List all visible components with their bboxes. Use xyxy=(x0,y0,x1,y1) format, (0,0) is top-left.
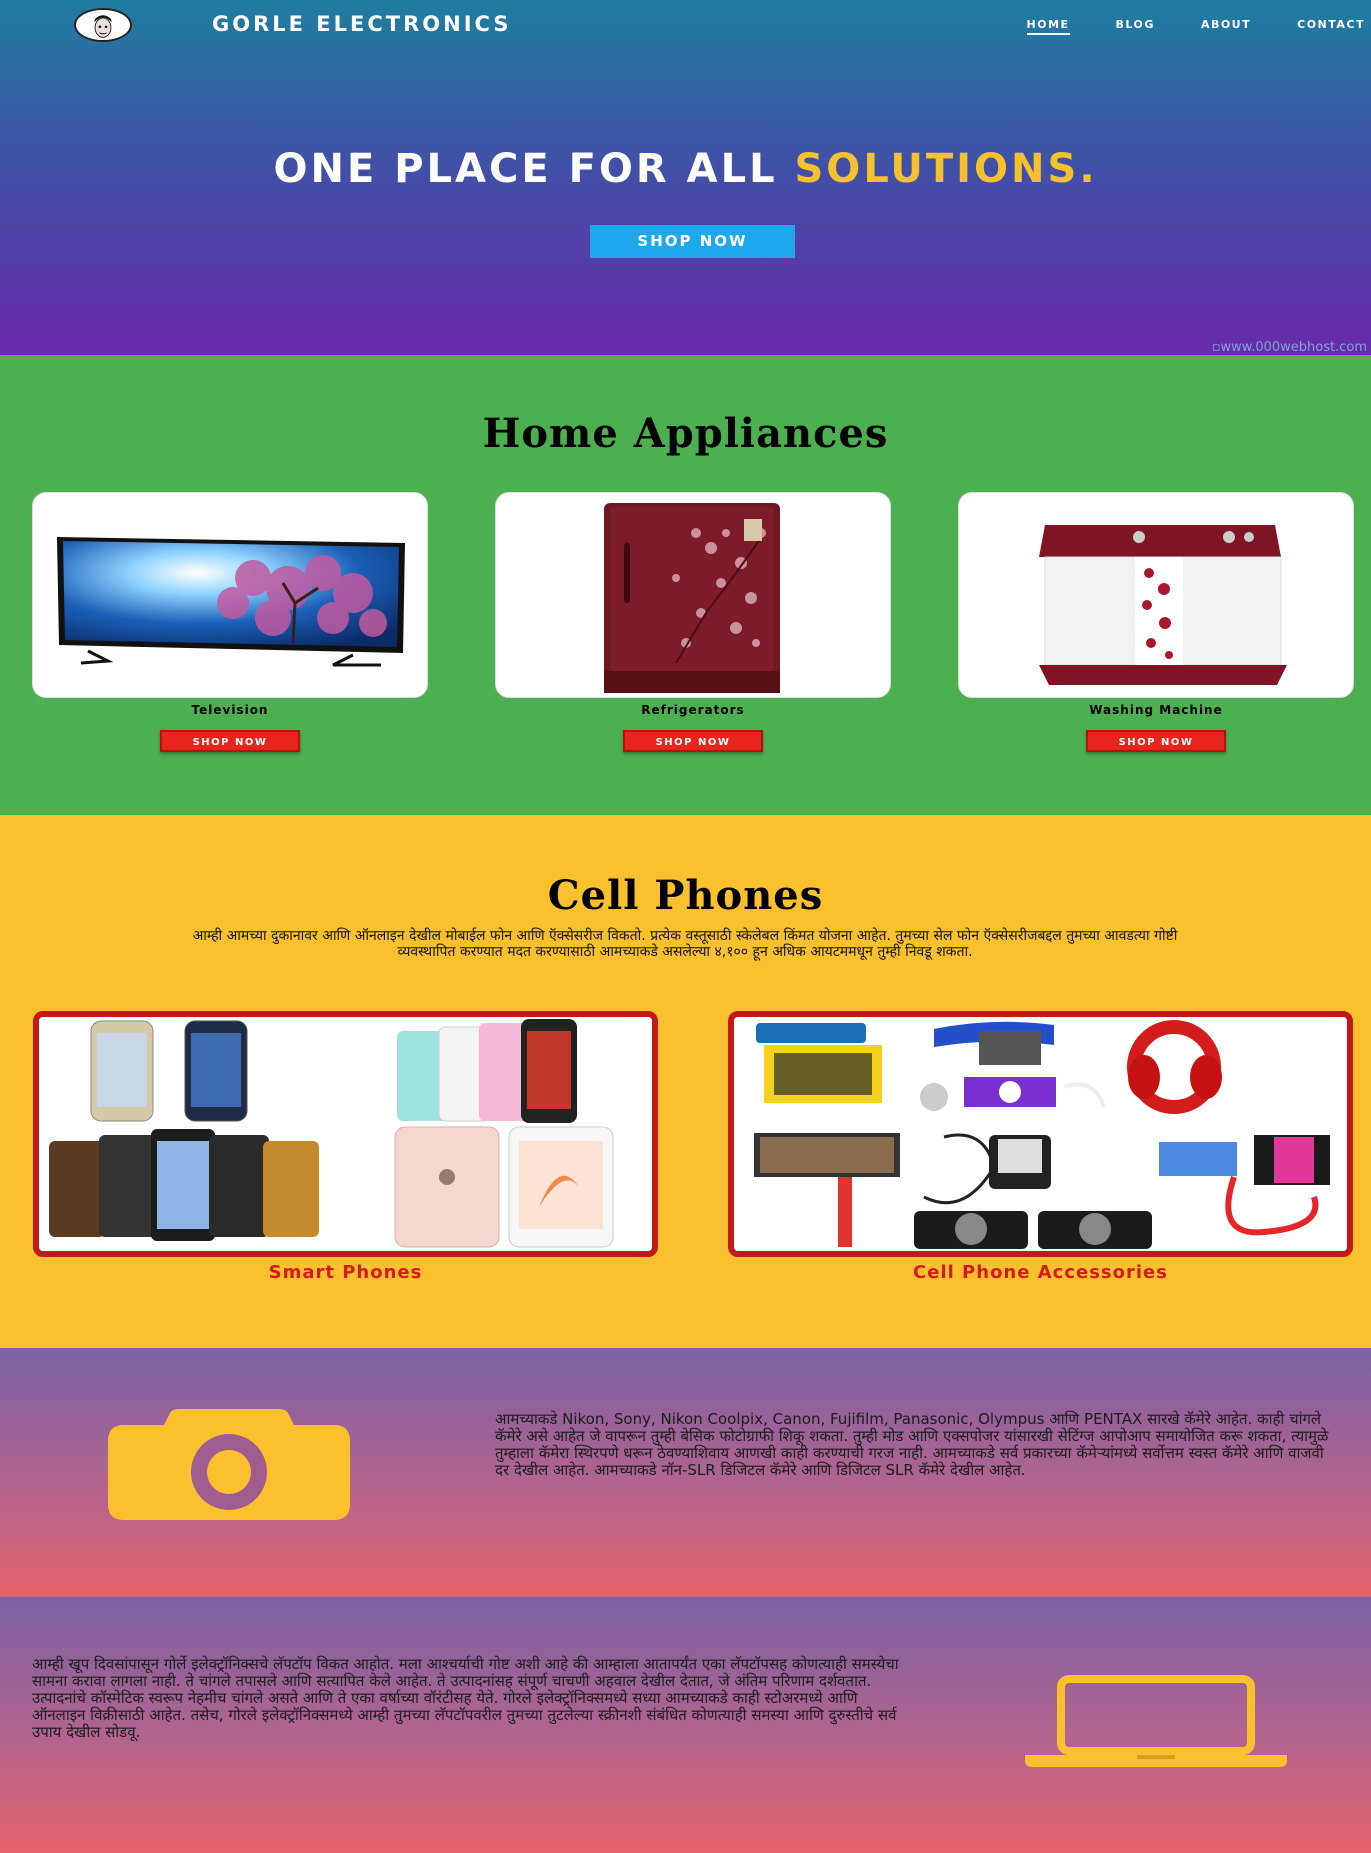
accessories-label: Cell Phone Accessories xyxy=(913,1262,1168,1283)
camera-icon xyxy=(108,1409,350,1520)
washing-machine-card[interactable] xyxy=(958,492,1354,698)
washing-machine-shop-button[interactable]: SHOP NOW xyxy=(1086,730,1226,752)
nav-about[interactable]: ABOUT xyxy=(1201,18,1251,35)
washing-machine-image xyxy=(1039,525,1287,685)
refrigerator-image xyxy=(604,503,780,693)
avatar-icon xyxy=(77,10,129,40)
laptop-description: आम्ही खूप दिवसांपासून गोर्ले इलेक्ट्रॉनि… xyxy=(32,1655,899,1741)
refrigerator-label: Refrigerators xyxy=(641,703,745,717)
host-link[interactable]: ▫www.000webhost.com xyxy=(1212,340,1367,355)
broken-image-icon: ▫ xyxy=(1211,340,1221,355)
appliances-section: Home Appliances Television SHOP NOW Refr… xyxy=(0,355,1371,815)
smart-phones-card[interactable] xyxy=(33,1011,658,1257)
refrigerator-card[interactable] xyxy=(495,492,891,698)
brand-name[interactable]: GORLE ELECTRONICS xyxy=(212,12,511,36)
laptop-icon xyxy=(1025,1675,1287,1767)
television-image xyxy=(57,537,405,667)
television-card[interactable] xyxy=(32,492,428,698)
hero-shop-now-button[interactable]: SHOP NOW xyxy=(590,225,795,258)
laptop-section: आम्ही खूप दिवसांपासून गोर्ले इलेक्ट्रॉनि… xyxy=(0,1597,1371,1853)
nav-home[interactable]: HOME xyxy=(1026,18,1070,35)
top-nav: HOME BLOG ABOUT CONTACT xyxy=(1026,18,1365,35)
smart-phones-label: Smart Phones xyxy=(268,1262,423,1283)
headline-main: ONE PLACE FOR ALL xyxy=(273,146,795,192)
camera-section: आमच्याकडे Nikon, Sony, Nikon Coolpix, Ca… xyxy=(0,1348,1371,1597)
accessories-image xyxy=(734,1017,1347,1251)
camera-description: आमच्याकडे Nikon, Sony, Nikon Coolpix, Ca… xyxy=(495,1410,1329,1479)
headline-accent: SOLUTIONS. xyxy=(794,146,1098,192)
nav-blog[interactable]: BLOG xyxy=(1116,18,1155,35)
appliances-title: Home Appliances xyxy=(482,410,889,457)
hero-section: GORLE ELECTRONICS HOME BLOG ABOUT CONTAC… xyxy=(0,0,1371,355)
refrigerator-shop-button[interactable]: SHOP NOW xyxy=(623,730,763,752)
washing-machine-label: Washing Machine xyxy=(1089,703,1223,717)
television-label: Television xyxy=(191,703,269,717)
smart-phones-image xyxy=(39,1017,652,1251)
accessories-card[interactable] xyxy=(728,1011,1353,1257)
television-shop-button[interactable]: SHOP NOW xyxy=(160,730,300,752)
phones-section: Cell Phones आम्ही आमच्या दुकानावर आणि ऑन… xyxy=(0,815,1371,1348)
phones-description: आम्ही आमच्या दुकानावर आणि ऑनलाइन देखील म… xyxy=(192,928,1178,960)
phones-title: Cell Phones xyxy=(547,872,824,919)
logo-avatar[interactable] xyxy=(74,8,132,42)
hero-headline: ONE PLACE FOR ALL SOLUTIONS. xyxy=(0,146,1371,192)
host-link-text: www.000webhost.com xyxy=(1220,340,1368,355)
nav-contact[interactable]: CONTACT xyxy=(1297,18,1365,35)
